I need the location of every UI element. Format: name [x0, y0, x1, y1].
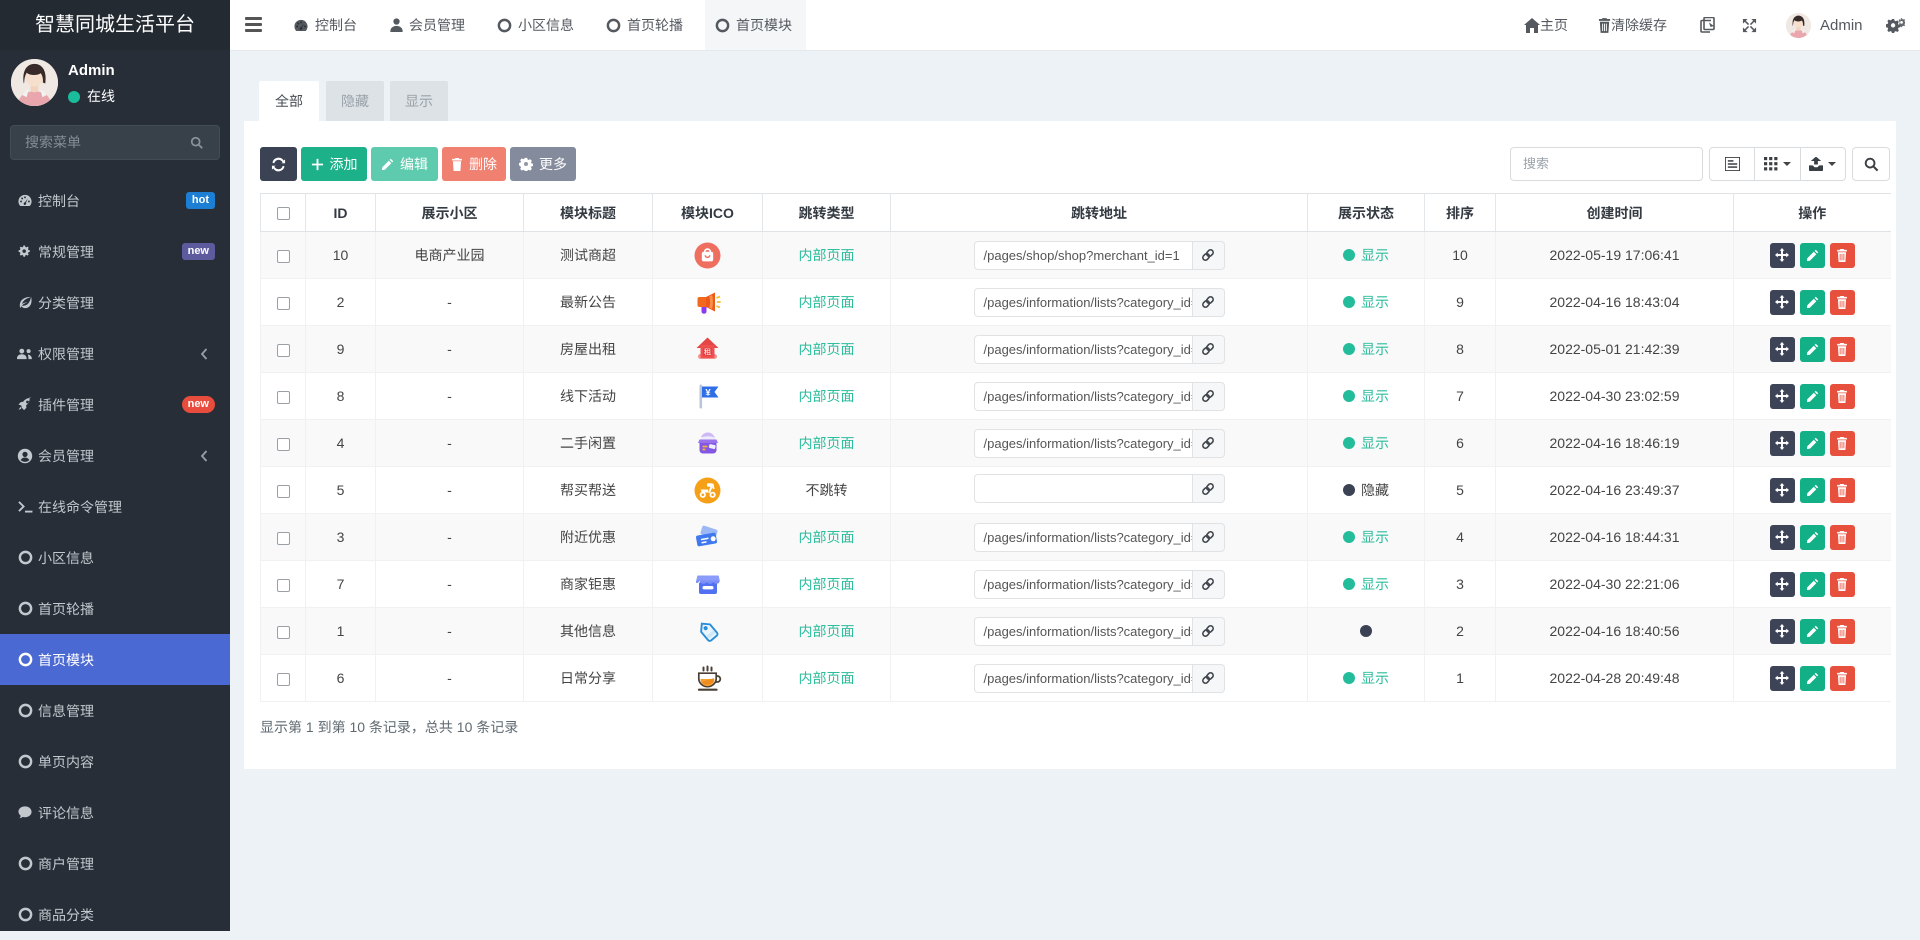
svg-text:租: 租 [704, 346, 712, 357]
svg-text:¥: ¥ [705, 387, 711, 398]
